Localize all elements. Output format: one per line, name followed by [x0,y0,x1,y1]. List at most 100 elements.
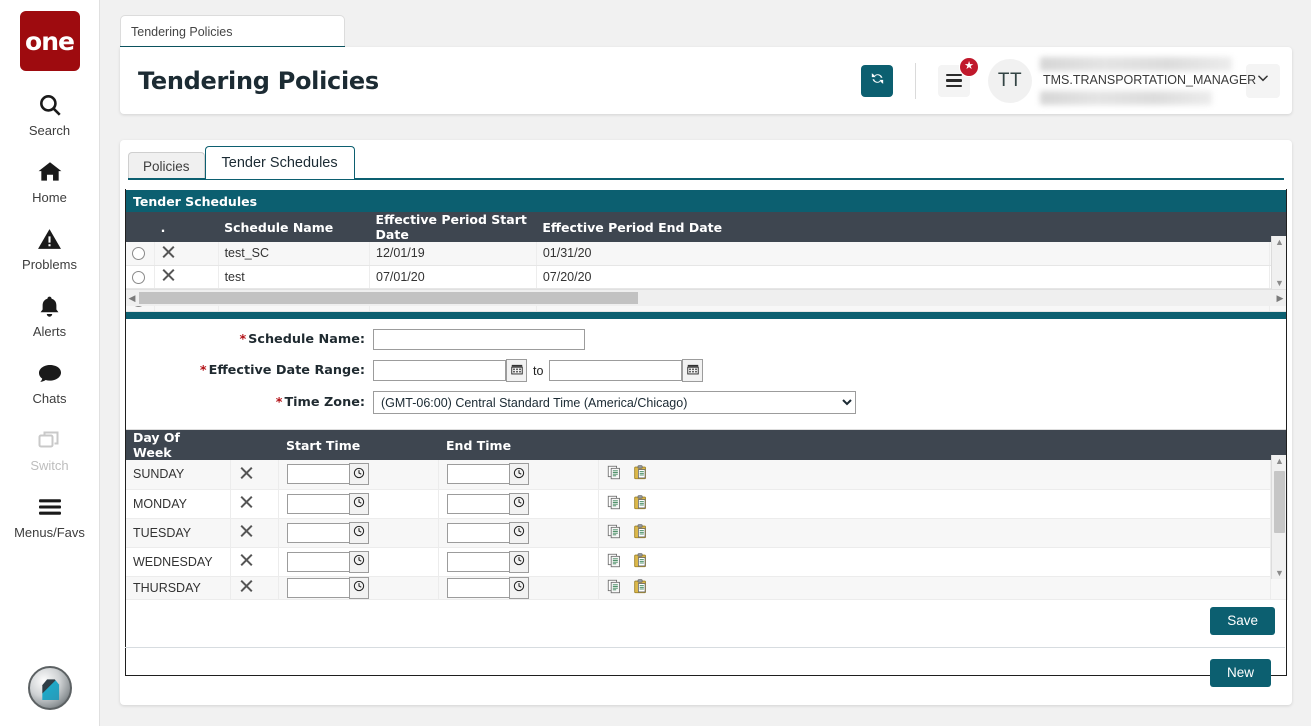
radio-button[interactable] [132,270,145,284]
hscroll-thumb[interactable] [139,292,638,304]
row-action-cell[interactable] [230,489,279,519]
end-time-input[interactable] [446,522,509,543]
cell-row-tools[interactable] [598,576,1271,600]
one-logo[interactable]: one [19,11,80,71]
end-time-picker-button[interactable] [508,492,529,515]
day-grid-scroll-thumb[interactable] [1274,471,1285,533]
row-action-cell[interactable] [154,265,219,289]
paste-icon[interactable] [633,465,648,483]
paste-icon[interactable] [633,552,648,571]
copy-icon[interactable] [607,579,625,597]
tab-tender-schedules[interactable]: Tender Schedules [204,146,355,179]
effective-date-from-input[interactable] [373,360,506,381]
day-grid-vertical-scrollbar[interactable]: ▲ ▼ [1271,455,1287,579]
cell-end-time[interactable] [438,489,599,519]
table-row[interactable]: THURSDAY [125,576,1288,600]
broken-image-icon[interactable] [239,495,252,509]
cell-row-tools[interactable] [598,518,1271,548]
end-time-picker-button[interactable] [508,463,529,486]
rail-item-switch[interactable]: Switch [0,425,100,473]
assistant-avatar-icon[interactable] [28,666,72,710]
start-time-picker-button[interactable] [348,521,369,544]
effective-date-to-calendar-button[interactable] [682,359,704,382]
header-menu-button[interactable]: ★ [938,56,979,97]
end-time-input[interactable] [446,464,509,485]
effective-date-to-input[interactable] [549,360,683,381]
start-time-field[interactable] [286,550,369,573]
broken-image-icon[interactable] [239,524,252,538]
table-row[interactable]: test_SC 12/01/19 01/31/20 [126,242,1288,266]
refresh-button[interactable] [861,64,893,97]
broken-image-icon[interactable] [161,245,174,259]
start-time-input[interactable] [286,522,349,543]
schedules-vertical-scrollbar[interactable]: ▲ ▼ [1271,236,1287,289]
start-time-input[interactable] [286,493,349,514]
paste-icon[interactable] [633,578,648,597]
start-time-field[interactable] [286,576,369,599]
scroll-up-arrow-icon[interactable]: ▲ [1275,455,1284,467]
save-button[interactable]: Save [1210,606,1275,635]
end-time-input[interactable] [446,551,509,572]
start-time-input[interactable] [286,464,349,485]
broken-image-icon[interactable] [239,553,252,567]
time-zone-select[interactable]: (GMT-06:00) Central Standard Time (Ameri… [373,391,856,414]
start-time-picker-button[interactable] [348,492,369,515]
scroll-right-arrow-icon[interactable]: ▶ [1273,293,1287,304]
cell-start-time[interactable] [278,518,439,548]
table-row[interactable]: test 07/01/20 07/20/20 [126,265,1288,289]
rail-item-chats[interactable]: Chats [0,358,100,406]
cell-end-time[interactable] [438,518,599,548]
end-time-picker-button[interactable] [508,576,529,599]
rail-item-menus-favs[interactable]: Menus/Favs [0,492,100,540]
row-action-cell[interactable] [230,518,279,548]
scroll-down-arrow-icon[interactable]: ▼ [1275,567,1284,579]
end-time-picker-button[interactable] [508,521,529,544]
cell-end-time[interactable] [438,460,599,490]
effective-date-from-calendar-button[interactable] [506,359,527,382]
table-row[interactable]: WEDNESDAY [125,547,1288,577]
end-time-field[interactable] [446,550,529,573]
row-action-cell[interactable] [230,547,279,577]
row-action-cell[interactable] [230,460,279,490]
row-action-cell[interactable] [154,242,219,266]
row-select-cell[interactable] [126,242,156,266]
tab-policies[interactable]: Policies [128,152,205,179]
radio-button[interactable] [132,247,145,261]
rail-item-alerts[interactable]: Alerts [0,291,100,339]
end-time-field[interactable] [446,463,529,486]
scroll-down-arrow-icon[interactable]: ▼ [1275,277,1284,289]
avatar[interactable]: TT [988,58,1032,103]
scroll-left-arrow-icon[interactable]: ◀ [125,293,139,304]
table-row[interactable]: MONDAY [125,489,1288,519]
copy-icon[interactable] [607,495,625,513]
cell-start-time[interactable] [278,547,439,577]
cell-end-time[interactable] [438,576,599,600]
table-row[interactable]: TUESDAY [125,518,1288,548]
cell-row-tools[interactable] [598,460,1271,490]
row-select-cell[interactable] [126,265,156,289]
rail-item-problems[interactable]: Problems [0,224,100,272]
copy-icon[interactable] [607,553,625,571]
document-tab-tendering-policies[interactable]: Tendering Policies [120,15,345,47]
end-time-field[interactable] [446,576,529,599]
broken-image-icon[interactable] [161,268,174,282]
end-time-picker-button[interactable] [508,550,529,573]
cell-end-time[interactable] [438,547,599,577]
start-time-picker-button[interactable] [348,550,369,573]
cell-start-time[interactable] [278,576,439,600]
rail-item-search[interactable]: Search [0,90,100,138]
start-time-field[interactable] [286,463,369,486]
broken-image-icon[interactable] [239,466,252,480]
broken-image-icon[interactable] [239,579,252,593]
start-time-input[interactable] [286,551,349,572]
scroll-up-arrow-icon[interactable]: ▲ [1275,236,1284,248]
start-time-field[interactable] [286,521,369,544]
start-time-input[interactable] [286,577,349,598]
table-row[interactable]: SUNDAY [125,460,1288,490]
paste-icon[interactable] [633,494,648,513]
cell-start-time[interactable] [278,460,439,490]
schedules-horizontal-scrollbar[interactable]: ◀ ▶ [125,289,1287,306]
copy-icon[interactable] [607,466,625,483]
end-time-input[interactable] [446,493,509,514]
end-time-field[interactable] [446,521,529,544]
